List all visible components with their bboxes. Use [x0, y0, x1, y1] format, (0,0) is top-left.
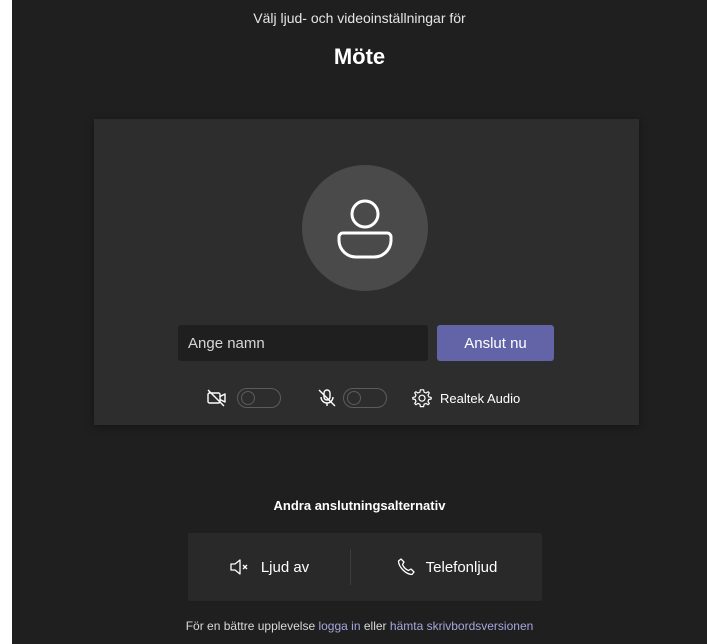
camera-off-icon — [207, 389, 226, 407]
page-subtitle: Välj ljud- och videoinställningar för — [253, 10, 466, 26]
desktop-version-link[interactable]: hämta skrivbordsversionen — [390, 619, 533, 633]
camera-toggle[interactable] — [237, 388, 281, 408]
device-label: Realtek Audio — [440, 390, 521, 406]
speaker-off-icon — [230, 559, 248, 575]
join-now-button[interactable]: Anslut nu — [437, 325, 554, 361]
camera-toggle-knob — [241, 391, 255, 405]
other-join-options: Ljud av Telefonljud — [188, 533, 542, 601]
name-input[interactable] — [178, 325, 428, 361]
audio-off-option[interactable]: Ljud av — [188, 533, 350, 601]
avatar — [302, 165, 428, 291]
footer-prefix: För en bättre upplevelse — [185, 619, 316, 633]
preview-card: Anslut nu — [94, 119, 639, 425]
device-settings-button[interactable]: Realtek Audio — [412, 385, 520, 411]
page-title: Möte — [333, 44, 386, 69]
microphone-toggle[interactable] — [343, 388, 387, 408]
person-icon — [337, 199, 393, 259]
audio-off-label: Ljud av — [260, 558, 310, 576]
login-link[interactable]: logga in — [318, 619, 360, 633]
phone-audio-label: Telefonljud — [425, 558, 498, 576]
gear-icon — [412, 389, 432, 408]
footer-text: För en bättre upplevelse logga in eller … — [12, 619, 707, 633]
phone-icon — [397, 558, 415, 576]
footer-middle: eller — [363, 619, 387, 633]
phone-audio-option[interactable]: Telefonljud — [351, 533, 542, 601]
device-controls: Realtek Audio — [94, 385, 639, 411]
prejoin-screen: Välj ljud- och videoinställningar för Mö… — [12, 0, 707, 644]
other-options-title: Andra anslutningsalternativ — [273, 498, 446, 513]
mic-off-icon — [318, 389, 336, 407]
microphone-toggle-knob — [347, 391, 361, 405]
